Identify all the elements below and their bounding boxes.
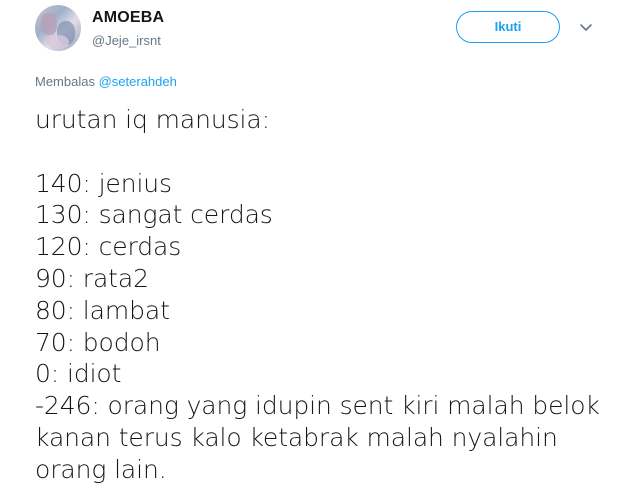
tweet-line: 130: sangat cerdas: [35, 200, 273, 230]
follow-button[interactable]: Ikuti: [456, 11, 560, 43]
avatar-photo-shape: [47, 35, 69, 49]
tweet-line: 70: bodoh: [35, 327, 161, 357]
reply-context: Membalas @seterahdeh: [35, 74, 177, 89]
reply-mention-link[interactable]: @seterahdeh: [99, 74, 177, 89]
author-display-name[interactable]: AMOEBA: [92, 9, 164, 27]
tweet-line: kanan terus kalo ketabrak malah nyalahin: [35, 422, 558, 452]
tweet-line: urutan iq manusia:: [35, 105, 270, 134]
tweet-line: orang lain.: [35, 454, 167, 484]
reply-prefix: Membalas: [35, 74, 95, 89]
tweet-text: urutan iq manusia: 140: jenius 130: sang…: [35, 104, 620, 486]
tweet-line: 0: idiot: [35, 359, 122, 389]
avatar-photo-shape: [41, 13, 57, 35]
chevron-down-icon[interactable]: [578, 19, 594, 35]
tweet-card: AMOEBA @Jeje_irsnt Ikuti Membalas @seter…: [0, 0, 628, 489]
tweet-line: 120: cerdas: [35, 232, 182, 262]
tweet-line: 90: rata2: [35, 263, 149, 293]
tweet-line: -246: orang yang idupin sent kiri malah …: [35, 391, 600, 421]
tweet-line: 140: jenius: [35, 168, 172, 198]
tweet-line: 80: lambat: [35, 295, 170, 325]
author-handle[interactable]: @Jeje_irsnt: [92, 33, 161, 48]
avatar[interactable]: [35, 5, 81, 51]
